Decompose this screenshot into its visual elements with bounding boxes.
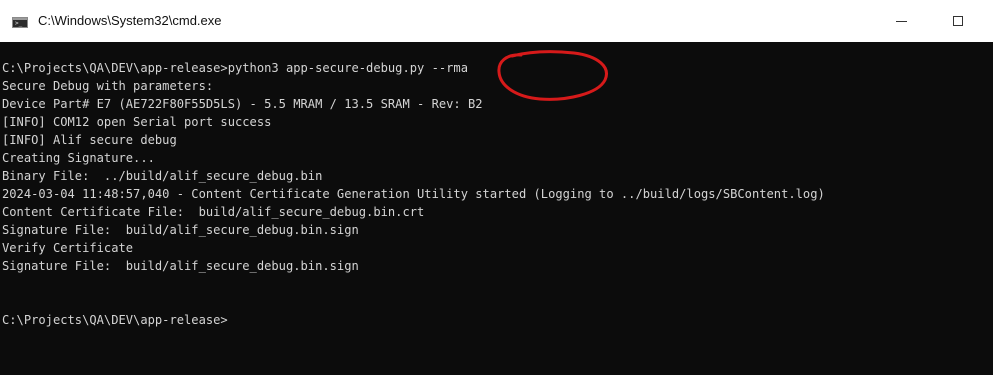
maximize-button[interactable] <box>935 0 981 42</box>
console-line: Content Certificate File: build/alif_sec… <box>2 205 425 219</box>
window-title: C:\Windows\System32\cmd.exe <box>38 13 222 28</box>
console-line: Verify Certificate <box>2 241 134 255</box>
console-line: C:\Projects\QA\DEV\app-release>python3 a… <box>2 61 468 75</box>
console-line: 2024-03-04 11:48:57,040 - Content Certif… <box>2 187 825 201</box>
console-line: Device Part# E7 (AE722F80F55D5LS) - 5.5 … <box>2 97 483 111</box>
console-line: Signature File: build/alif_secure_debug.… <box>2 223 359 237</box>
title-bar[interactable]: >_ C:\Windows\System32\cmd.exe <box>0 0 993 42</box>
console-line: Signature File: build/alif_secure_debug.… <box>2 259 359 273</box>
minimize-button[interactable] <box>878 0 924 42</box>
cmd-window: >_ C:\Windows\System32\cmd.exe C:\Projec… <box>0 0 993 375</box>
cmd-icon[interactable]: >_ <box>12 17 28 28</box>
console-line: C:\Projects\QA\DEV\app-release> <box>2 313 228 327</box>
console-line: [INFO] COM12 open Serial port success <box>2 115 272 129</box>
console-output[interactable]: C:\Projects\QA\DEV\app-release>python3 a… <box>0 42 993 375</box>
maximize-icon <box>953 16 963 26</box>
minimize-icon <box>895 20 907 22</box>
console-line: Binary File: ../build/alif_secure_debug.… <box>2 169 323 183</box>
prompt-glyph: >_ <box>15 20 23 27</box>
console-line: [INFO] Alif secure debug <box>2 133 177 147</box>
console-line: Creating Signature... <box>2 151 155 165</box>
console-line: Secure Debug with parameters: <box>2 79 214 93</box>
